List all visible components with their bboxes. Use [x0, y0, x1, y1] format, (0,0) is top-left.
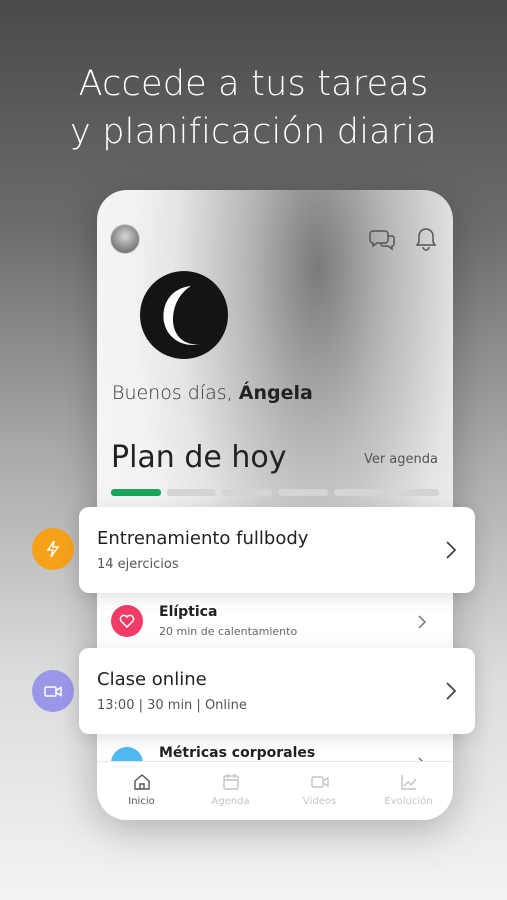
plan-title: Plan de hoy	[111, 440, 287, 475]
chevron-right-icon	[446, 682, 457, 700]
tab-label: Inicio	[128, 796, 155, 807]
card-subtitle: 13:00 | 30 min | Online	[97, 698, 247, 713]
workout-badge	[32, 528, 74, 570]
card-title: Entrenamiento fullbody	[97, 528, 309, 549]
tab-evolucion[interactable]: Evolución	[364, 762, 453, 820]
card-subtitle: 14 ejercicios	[97, 557, 179, 572]
brand-logo	[140, 271, 228, 359]
card-title: Clase online	[97, 669, 207, 690]
greeting-name: Ángela	[238, 382, 313, 404]
progress-segment	[111, 489, 161, 496]
view-agenda-link[interactable]: Ver agenda	[364, 452, 438, 467]
progress-segment	[222, 489, 273, 496]
video-icon	[310, 776, 329, 788]
chart-icon	[400, 775, 417, 790]
bottom-tab-bar: Inicio Agenda Vídeos Evolución	[97, 761, 453, 820]
bell-icon[interactable]	[412, 225, 440, 253]
heart-icon	[111, 605, 143, 637]
tab-inicio[interactable]: Inicio	[97, 762, 186, 820]
headline-line-2: y planificación diaria	[70, 112, 437, 152]
online-class-card[interactable]: Clase online 13:00 | 30 min | Online	[79, 648, 475, 734]
avatar[interactable]	[110, 224, 140, 254]
greeting-prefix: Buenos días,	[112, 382, 233, 404]
daily-progress-bar	[111, 489, 440, 496]
video-camera-icon	[44, 686, 62, 697]
progress-segment	[166, 489, 217, 496]
progress-segment	[278, 489, 328, 496]
home-icon	[133, 774, 150, 790]
chevron-right-icon	[418, 615, 427, 629]
tab-label: Agenda	[211, 796, 250, 807]
progress-segment	[333, 489, 384, 496]
chevron-right-icon	[446, 541, 457, 559]
lightning-icon	[46, 540, 60, 558]
list-item-title: Elíptica	[159, 604, 218, 620]
tab-videos[interactable]: Vídeos	[275, 762, 364, 820]
tab-agenda[interactable]: Agenda	[186, 762, 275, 820]
tab-label: Vídeos	[302, 796, 337, 807]
chat-icon[interactable]	[369, 225, 397, 253]
headline-line-1: Accede a tus tareas	[78, 64, 429, 104]
list-item-subtitle: 20 min de calentamiento	[159, 625, 298, 638]
greeting: Buenos días, Ángela	[112, 382, 313, 404]
calendar-icon	[222, 774, 239, 790]
tab-label: Evolución	[384, 796, 433, 807]
workout-card[interactable]: Entrenamiento fullbody 14 ejercicios	[79, 507, 475, 593]
online-class-badge	[32, 670, 74, 712]
promo-headline: Accede a tus tareas y planificación diar…	[0, 60, 507, 156]
list-item-title: Métricas corporales	[159, 745, 316, 761]
progress-segment	[389, 489, 440, 496]
